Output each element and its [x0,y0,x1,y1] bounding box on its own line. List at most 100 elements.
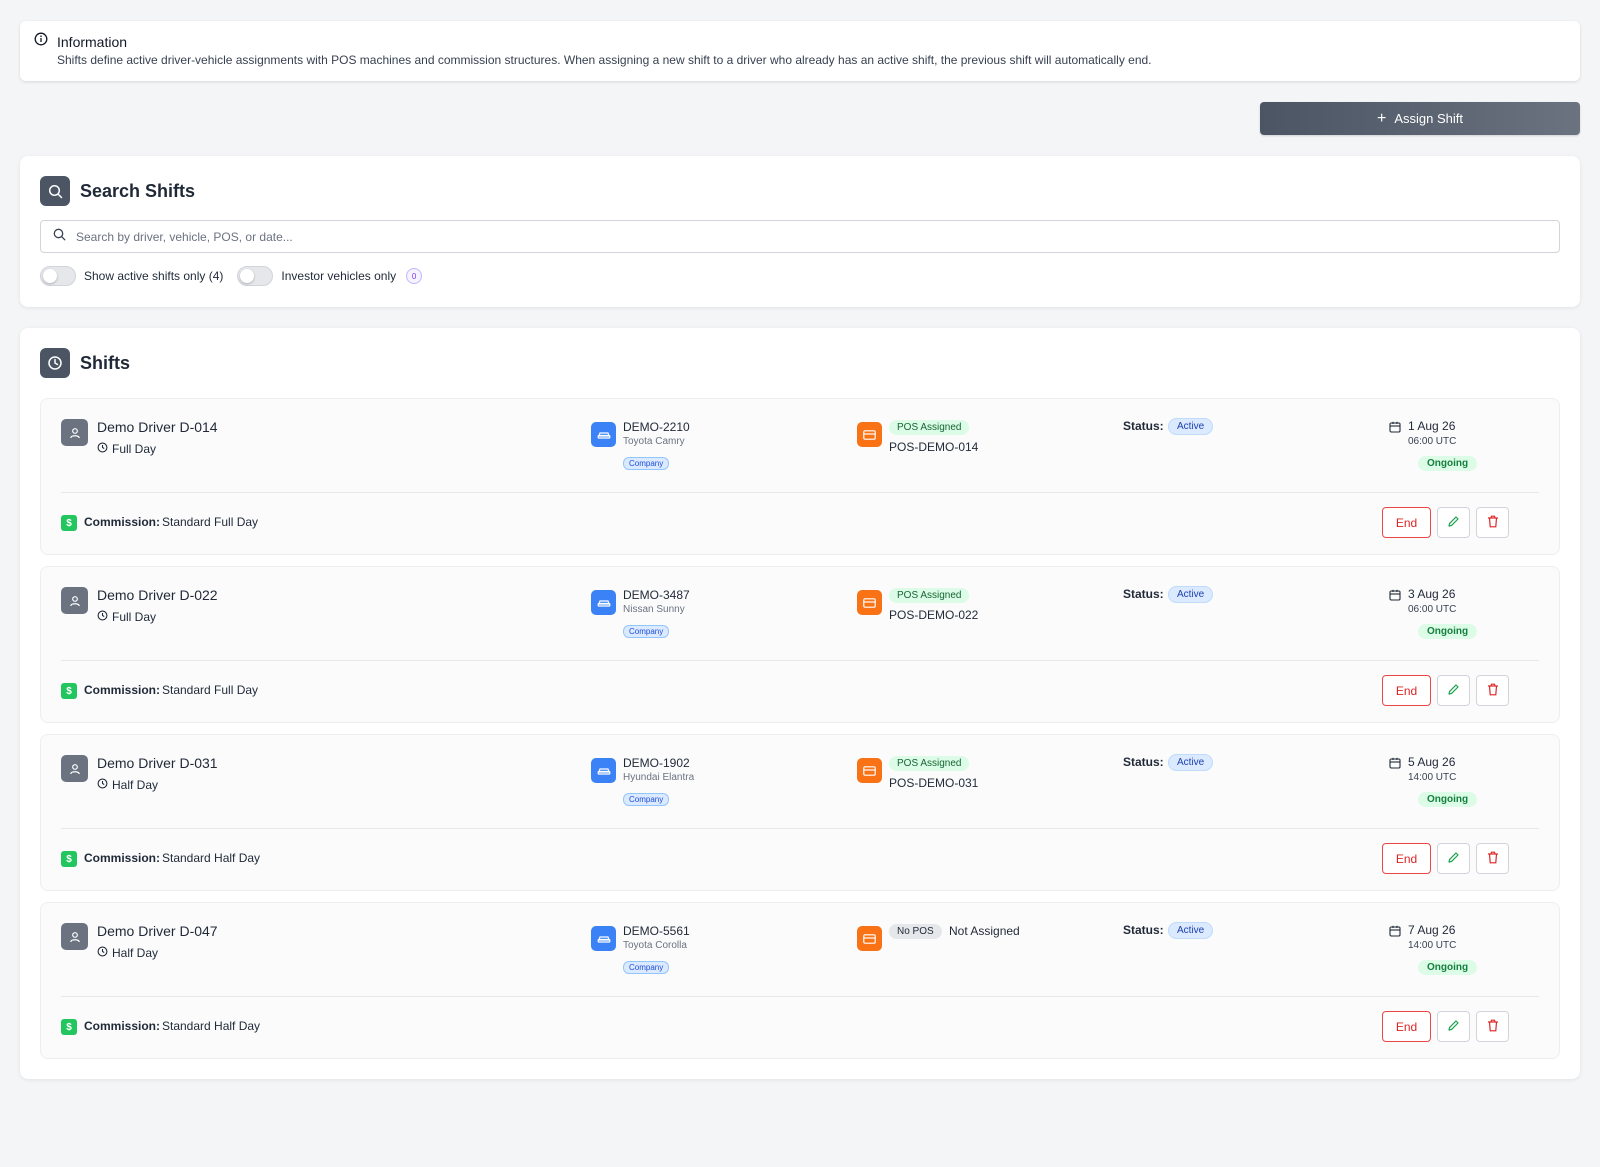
search-input[interactable] [76,229,1547,244]
info-text: Shifts define active driver-vehicle assi… [57,53,1152,67]
car-icon [591,926,616,951]
information-banner: Information Shifts define active driver-… [20,21,1580,81]
search-field[interactable] [40,220,1560,253]
pos-status-badge: POS Assigned [889,588,970,603]
user-icon [61,755,88,782]
pencil-icon [1447,683,1460,699]
delete-shift-button[interactable] [1476,675,1509,706]
delete-shift-button[interactable] [1476,843,1509,874]
dollar-icon: $ [61,851,77,867]
vehicle-owner-badge: Company [623,961,670,974]
driver-name: Demo Driver D-031 [97,755,218,771]
commission-label: Commission: [84,515,161,529]
divider [61,660,1539,661]
shift-type-label: Full Day [112,442,157,456]
investor-vehicles-toggle[interactable] [237,266,274,286]
shift-state-badge: Ongoing [1418,792,1478,807]
status-label: Status: [1123,755,1164,769]
shift-time: 06:00 UTC [1408,604,1457,615]
credit-card-icon [857,926,882,951]
driver-name: Demo Driver D-047 [97,923,218,939]
car-icon [591,590,616,615]
car-icon [591,758,616,783]
trash-icon [1487,1019,1499,1035]
shift-type-label: Half Day [112,778,159,792]
pencil-icon [1447,1019,1460,1035]
shift-type-label: Half Day [112,946,159,960]
trash-icon [1487,515,1499,531]
shift-row: Demo Driver D-014 Full Day DEMO-2210 Toy… [40,398,1560,555]
shift-row: Demo Driver D-031 Half Day DEMO-1902 Hyu… [40,734,1560,891]
vehicle-owner-badge: Company [623,625,670,638]
active-shifts-toggle[interactable] [40,266,76,286]
shift-type: Half Day [97,946,158,960]
clock-icon [40,348,70,378]
end-shift-button[interactable]: End [1382,843,1431,874]
vehicle-plate: DEMO-3487 [623,588,690,602]
clock-icon [97,442,108,456]
shift-date: 1 Aug 26 [1408,419,1456,433]
status-badge: Active [1168,754,1214,771]
shift-row: Demo Driver D-022 Full Day DEMO-3487 Nis… [40,566,1560,723]
vehicle-model: Nissan Sunny [623,604,685,615]
vehicle-plate: DEMO-2210 [623,420,690,434]
pos-id: Not Assigned [949,924,1020,938]
assign-shift-label: Assign Shift [1394,111,1463,126]
edit-shift-button[interactable] [1437,843,1470,874]
assign-shift-button[interactable]: + Assign Shift [1260,102,1580,135]
commission-value: Standard Half Day [162,1019,261,1033]
end-shift-button[interactable]: End [1382,675,1431,706]
clock-icon [97,778,108,792]
commission-label: Commission: [84,1019,161,1033]
commission-value: Standard Half Day [162,851,261,865]
edit-shift-button[interactable] [1437,675,1470,706]
shift-type: Full Day [97,442,156,456]
pos-id: POS-DEMO-031 [889,776,979,790]
divider [61,492,1539,493]
status-label: Status: [1123,419,1164,433]
pos-id: POS-DEMO-022 [889,608,979,622]
shifts-card: Shifts Demo Driver D-014 Full Day DEMO-2… [20,328,1580,1079]
trash-icon [1487,683,1499,699]
pencil-icon [1447,515,1460,531]
active-shifts-toggle-label: Show active shifts only (4) [84,269,224,283]
status-badge: Active [1168,922,1214,939]
shift-date: 5 Aug 26 [1408,755,1456,769]
edit-shift-button[interactable] [1437,507,1470,538]
commission-value: Standard Full Day [162,683,259,697]
vehicle-plate: DEMO-5561 [623,924,690,938]
calendar-icon [1389,588,1401,606]
info-icon [34,32,48,51]
shift-state-badge: Ongoing [1418,960,1478,975]
search-input-icon [53,228,66,246]
edit-shift-button[interactable] [1437,1011,1470,1042]
investor-vehicles-toggle-label: Investor vehicles only [281,269,397,283]
shift-time: 14:00 UTC [1408,772,1457,783]
shift-time: 06:00 UTC [1408,436,1457,447]
end-shift-button[interactable]: End [1382,507,1431,538]
credit-card-icon [857,590,882,615]
search-icon [40,176,70,206]
delete-shift-button[interactable] [1476,507,1509,538]
shift-date: 7 Aug 26 [1408,923,1456,937]
vehicle-plate: DEMO-1902 [623,756,690,770]
end-shift-button[interactable]: End [1382,1011,1431,1042]
commission-label: Commission: [84,851,161,865]
driver-name: Demo Driver D-022 [97,587,218,603]
vehicle-owner-badge: Company [623,793,670,806]
clock-icon [97,610,108,624]
delete-shift-button[interactable] [1476,1011,1509,1042]
shift-type-label: Full Day [112,610,157,624]
status-label: Status: [1123,587,1164,601]
clock-icon [97,946,108,960]
vehicle-model: Toyota Camry [623,436,685,447]
search-shifts-card: Search Shifts Show active shifts only (4… [20,156,1580,307]
search-section-title: Search Shifts [80,180,196,201]
shift-row: Demo Driver D-047 Half Day DEMO-5561 Toy… [40,902,1560,1059]
calendar-icon [1389,924,1401,942]
shift-date: 3 Aug 26 [1408,587,1456,601]
status-badge: Active [1168,586,1214,603]
car-icon [591,422,616,447]
user-icon [61,419,88,446]
vehicle-model: Hyundai Elantra [623,772,695,783]
